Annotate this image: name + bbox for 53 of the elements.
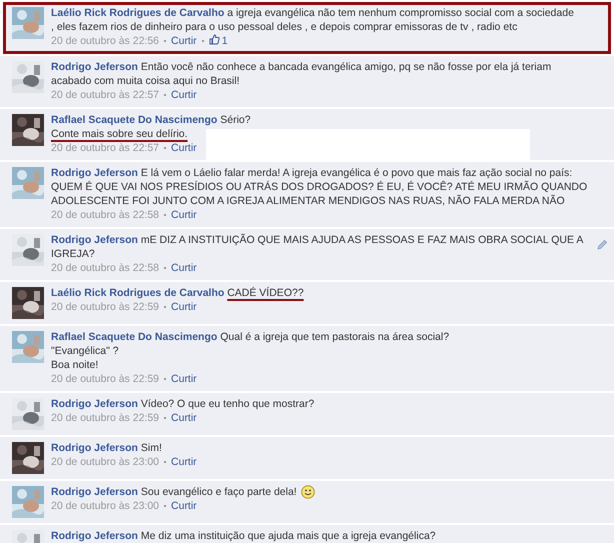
author-link[interactable]: Rodrigo Jeferson bbox=[51, 398, 138, 410]
like-link[interactable]: Curtir bbox=[171, 141, 197, 155]
thumbs-up-icon bbox=[208, 34, 220, 45]
comment-text: Sério? bbox=[220, 114, 251, 126]
comment-text: a igreja evangélica não tem nenhum compromisso social com a sociedade bbox=[227, 7, 574, 19]
like-link[interactable]: Curtir bbox=[171, 411, 197, 425]
author-link[interactable]: Raflael Scaquete Do Nascimengo bbox=[51, 331, 218, 343]
like-link[interactable]: Curtir bbox=[171, 372, 197, 386]
comment-text: Conte mais sobre seu delírio. bbox=[51, 128, 188, 140]
like-link[interactable]: Curtir bbox=[171, 300, 197, 314]
comment-text: QUEM É QUE VAI NOS PRESÍDIOS OU ATRÁS DOS DROGADOS? É EU, É VOCÊ? ATÉ MEU IRMÃO QUANDO bbox=[51, 181, 588, 193]
comment-text: acabado com muita coisa aqui no Brasil! bbox=[51, 75, 240, 87]
author-link[interactable]: Rodrigo Jeferson bbox=[51, 486, 138, 498]
author-link[interactable]: Rodrigo Jeferson bbox=[51, 167, 138, 179]
comment-text: CADÉ VÍDEO?? bbox=[227, 287, 304, 299]
comment-text: , eles fazem rios de dinheiro para o uso pessoal deles , e depois comprar emissoras de tv , radio etc bbox=[51, 21, 518, 33]
pencil-icon[interactable] bbox=[597, 239, 608, 250]
timestamp: 20 de outubro às 23:00 bbox=[51, 499, 160, 514]
timestamp: 20 de outubro às 22:58 bbox=[51, 261, 160, 275]
comment-text: ADOLESCENTE FOI JUNTO COM A IGREJA ALIMENTAR MENDIGOS NAS RUAS, NÃO FALA MERDA NÃO bbox=[51, 195, 565, 207]
timestamp: 20 de outubro às 22:57 bbox=[51, 141, 160, 155]
timestamp: 20 de outubro às 22:57 bbox=[51, 88, 160, 102]
timestamp: 20 de outubro às 22:59 bbox=[51, 300, 160, 314]
like-link[interactable]: Curtir bbox=[171, 499, 197, 514]
comment-text: Me diz uma instituição que ajuda mais que a igreja evangélica? bbox=[140, 530, 436, 542]
comment-text: Sou evangélico e faço parte dela! bbox=[140, 486, 297, 498]
author-link[interactable]: Rodrigo Jeferson bbox=[51, 234, 138, 246]
author-link[interactable]: Laélio Rick Rodrigues de Carvalho bbox=[51, 287, 224, 299]
like-link[interactable]: Curtir bbox=[171, 208, 197, 222]
author-link[interactable]: Rodrigo Jeferson bbox=[51, 530, 138, 542]
comment-text: Qual é a igreja que tem pastorais na área social? bbox=[220, 331, 450, 343]
author-link[interactable]: Raflael Scaquete Do Nascimengo bbox=[51, 114, 218, 126]
comment-text: mE DIZ A INSTITUIÇÃO QUE MAIS AJUDA AS PESSOAS E FAZ MAIS OBRA SOCIAL QUE A bbox=[140, 234, 584, 246]
timestamp: 20 de outubro às 22:59 bbox=[51, 372, 160, 386]
like-link[interactable]: Curtir bbox=[171, 88, 197, 102]
author-link[interactable]: Rodrigo Jeferson bbox=[51, 442, 138, 454]
timestamp: 20 de outubro às 23:00 bbox=[51, 455, 160, 469]
like-count[interactable]: 1 bbox=[208, 34, 228, 48]
author-link[interactable]: Rodrigo Jeferson bbox=[51, 61, 138, 73]
timestamp: 20 de outubro às 22:56 bbox=[51, 34, 160, 48]
comment-text: "Evangélica" ? bbox=[51, 345, 119, 357]
like-link[interactable]: Curtir bbox=[171, 34, 197, 48]
timestamp: 20 de outubro às 22:59 bbox=[51, 411, 160, 425]
like-link[interactable]: Curtir bbox=[171, 261, 197, 275]
comment-text: Sim! bbox=[140, 442, 162, 454]
comment-text: Vídeo? O que eu tenho que mostrar? bbox=[140, 398, 314, 410]
comment-text: Então você não conhece a bancada evangélica amigo, pq se não fosse por ela já teriam bbox=[140, 61, 552, 73]
comment-text: IGREJA? bbox=[51, 248, 95, 260]
comment-text: Boa noite! bbox=[51, 359, 98, 371]
like-link[interactable]: Curtir bbox=[171, 455, 197, 469]
comment-text: E lá vem o Láelio falar merda! A igreja evangélica é o povo que mais faz ação social no país: bbox=[140, 167, 572, 179]
author-link[interactable]: Laélio Rick Rodrigues de Carvalho bbox=[51, 7, 224, 19]
timestamp: 20 de outubro às 22:58 bbox=[51, 208, 160, 222]
